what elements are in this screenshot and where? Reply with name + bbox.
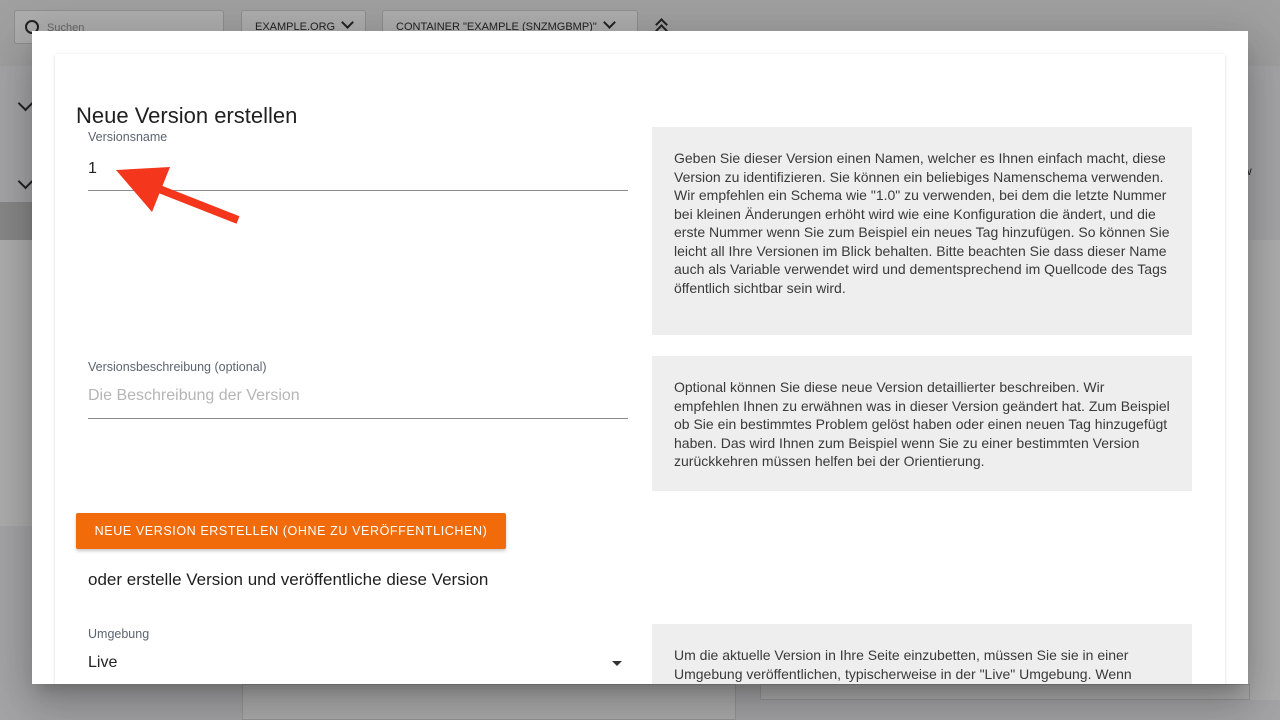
environment-help: Um die aktuelle Version in Ihre Seite ei… <box>652 624 1192 684</box>
version-description-input[interactable] <box>88 385 628 407</box>
dialog-card: Neue Version erstellen Versionsname Gebe… <box>55 54 1225 684</box>
version-description-label: Versionsbeschreibung (optional) <box>88 360 267 374</box>
version-name-underline <box>88 190 628 191</box>
create-version-button[interactable]: NEUE VERSION ERSTELLEN (OHNE ZU VERÖFFEN… <box>76 513 506 549</box>
publish-section-heading: oder erstelle Version und veröffentliche… <box>88 570 489 589</box>
version-name-help: Geben Sie dieser Version einen Namen, we… <box>652 127 1192 335</box>
create-version-dialog: Neue Version erstellen Versionsname Gebe… <box>32 31 1248 684</box>
version-name-label: Versionsname <box>88 130 168 144</box>
version-description-help: Optional können Sie diese neue Version d… <box>652 356 1192 491</box>
dialog-title: Neue Version erstellen <box>76 103 298 128</box>
dropdown-arrow-icon <box>612 661 622 666</box>
environment-value: Live <box>88 654 118 671</box>
environment-label: Umgebung <box>88 627 150 641</box>
version-description-underline <box>88 418 628 419</box>
version-name-input[interactable] <box>88 158 628 180</box>
